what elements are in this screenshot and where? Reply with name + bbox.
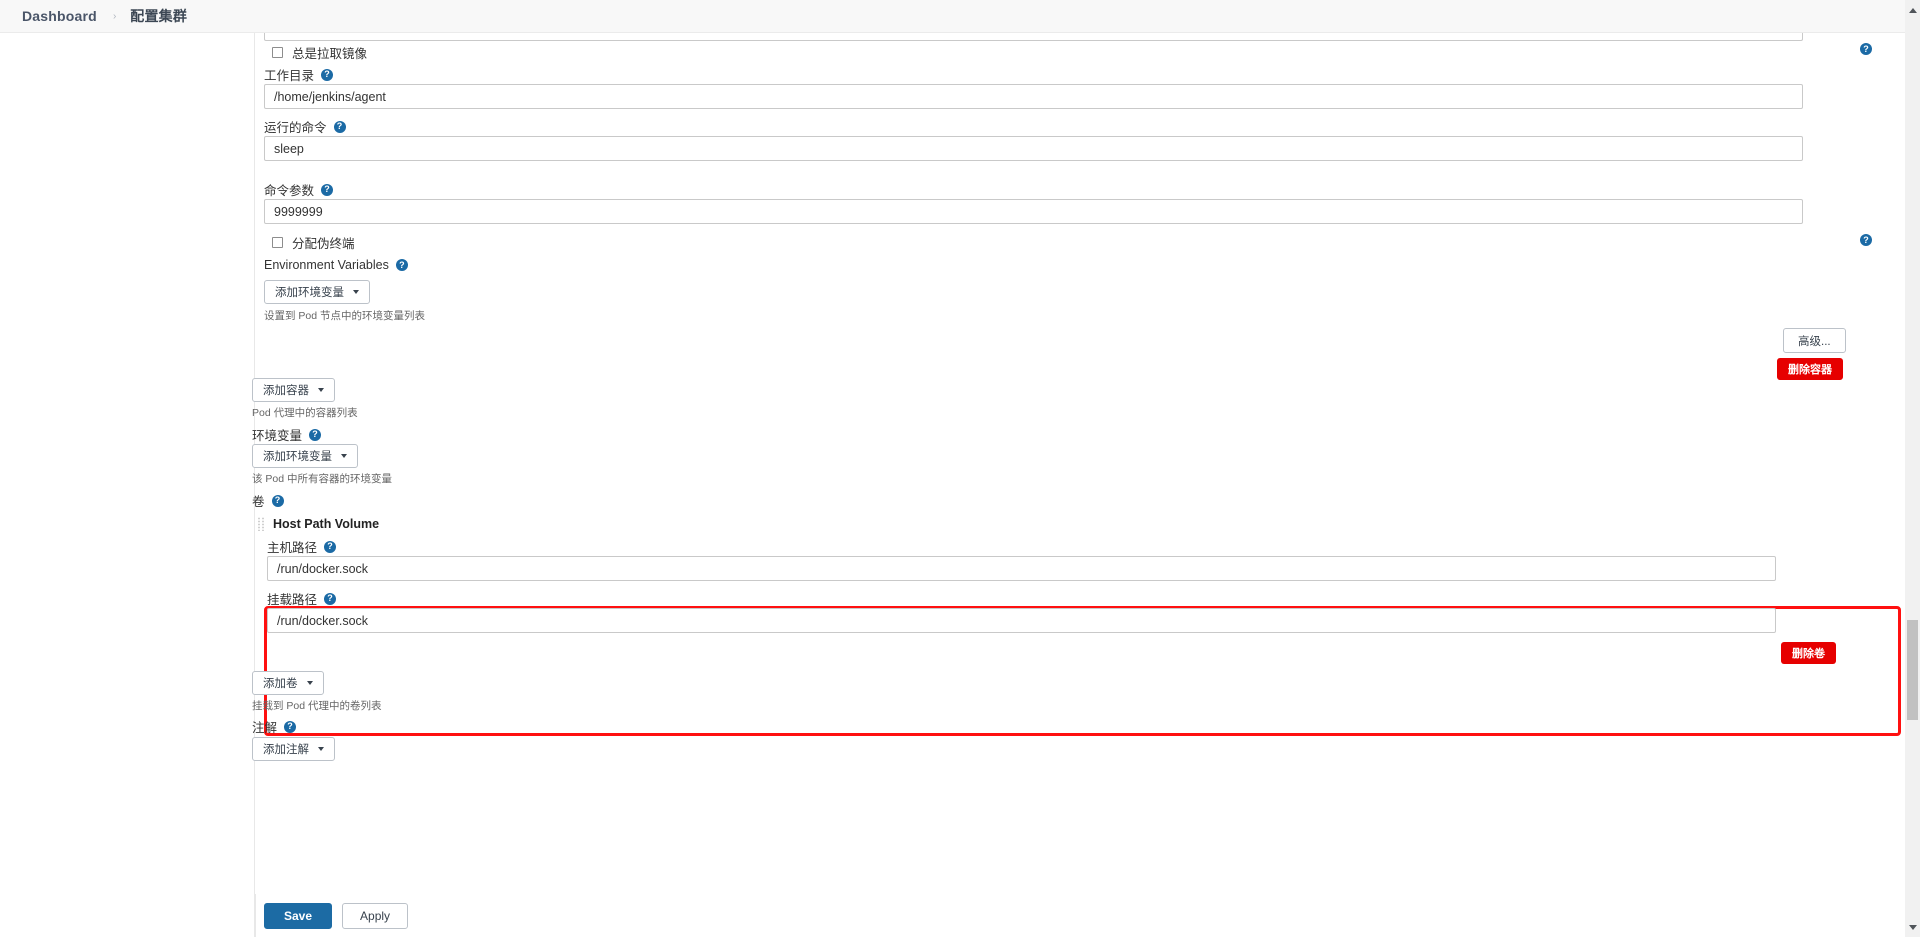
command-args-label: 命令参数 [264, 184, 315, 198]
pod-env-vars-help-icon[interactable]: ? [309, 428, 322, 441]
chevron-down-icon [353, 290, 359, 294]
form-actions-bar: Save Apply [256, 894, 1905, 937]
host-path-label: 主机路径 [267, 541, 318, 555]
container-env-vars-help-icon[interactable]: ? [395, 259, 408, 271]
working-dir-label-row: 工作目录 ? [264, 65, 334, 84]
host-path-input[interactable] [267, 556, 1776, 581]
add-container-label: 添加容器 [263, 385, 309, 397]
always-pull-image-checkbox-row[interactable]: 总是拉取镜像 [272, 43, 367, 62]
page-body: 总是拉取镜像 ? 工作目录 ? 运行的命令 ? 命令参数 ? 分 [0, 17, 1905, 937]
annotations-help-icon[interactable]: ? [284, 720, 297, 733]
command-args-input[interactable] [264, 199, 1803, 224]
allocate-tty-help-icon[interactable]: ? [1860, 234, 1872, 246]
host-path-label-row: 主机路径 ? [267, 537, 337, 556]
mount-path-label: 挂载路径 [267, 593, 318, 607]
configure-cluster-form: 总是拉取镜像 ? 工作目录 ? 运行的命令 ? 命令参数 ? 分 [252, 17, 1905, 937]
mount-path-help-icon[interactable]: ? [324, 592, 337, 605]
always-pull-image-label: 总是拉取镜像 [292, 47, 368, 61]
chevron-down-icon [318, 747, 324, 751]
add-annotation-button[interactable]: 添加注解 [252, 737, 335, 761]
annotations-label: 注解 [252, 721, 278, 735]
chevron-down-icon [306, 681, 313, 685]
command-help-icon[interactable]: ? [333, 120, 346, 133]
breadcrumb: Dashboard › 配置集群 [0, 0, 1920, 33]
mount-path-input[interactable] [267, 608, 1776, 633]
sidebar-rail [0, 33, 255, 937]
container-env-vars-label: Environment Variables [264, 258, 389, 272]
host-path-volume-title: Host Path Volume [273, 517, 380, 531]
breadcrumb-separator-icon: › [112, 10, 117, 22]
volumes-help-icon[interactable]: ? [271, 494, 284, 507]
allocate-tty-checkbox[interactable] [272, 237, 283, 248]
always-pull-image-help-icon[interactable]: ? [1860, 43, 1872, 55]
always-pull-image-checkbox[interactable] [272, 47, 283, 58]
volumes-label: 卷 [252, 495, 265, 509]
add-pod-env-var-button[interactable]: 添加环境变量 [252, 444, 358, 468]
breadcrumb-item-configure-cluster[interactable]: 配置集群 [130, 6, 187, 26]
command-input[interactable] [264, 136, 1803, 161]
volumes-label-row: 卷 ? [252, 491, 284, 510]
chevron-down-icon [318, 388, 324, 392]
pod-env-vars-label: 环境变量 [252, 429, 303, 443]
add-volume-hint: 挂载到 Pod 代理中的卷列表 [252, 700, 382, 712]
mount-path-label-row: 挂载路径 ? [267, 589, 337, 608]
command-args-help-icon[interactable]: ? [321, 183, 334, 196]
command-label: 运行的命令 [264, 121, 327, 135]
save-button[interactable]: Save [264, 902, 333, 929]
working-dir-help-icon[interactable]: ? [321, 68, 334, 81]
vertical-scrollbar[interactable] [1905, 0, 1920, 937]
annotations-label-row: 注解 ? [252, 717, 297, 736]
chevron-down-icon [341, 454, 347, 458]
pod-env-vars-label-row: 环境变量 ? [252, 425, 322, 444]
allocate-tty-checkbox-row[interactable]: 分配伪终端 [272, 233, 355, 252]
breadcrumb-item-dashboard[interactable]: Dashboard [22, 8, 97, 24]
container-env-vars-hint: 设置到 Pod 节点中的环境变量列表 [264, 310, 426, 322]
add-container-env-var-button[interactable]: 添加环境变量 [264, 280, 370, 304]
footer-divider [255, 894, 256, 937]
drag-grip-icon[interactable] [257, 517, 265, 531]
command-args-label-row: 命令参数 ? [264, 180, 334, 199]
allocate-tty-label: 分配伪终端 [292, 237, 355, 251]
scroll-down-arrow-icon[interactable] [1905, 919, 1920, 935]
add-pod-env-var-label: 添加环境变量 [263, 451, 332, 463]
container-env-vars-label-row: Environment Variables ? [264, 258, 408, 272]
advanced-button[interactable]: 高级... [1783, 328, 1846, 353]
scrollbar-thumb[interactable] [1907, 620, 1918, 720]
working-dir-label: 工作目录 [264, 69, 315, 83]
add-volume-label: 添加卷 [263, 678, 298, 690]
add-container-button[interactable]: 添加容器 [252, 378, 335, 402]
add-container-env-var-label: 添加环境变量 [275, 287, 344, 299]
command-label-row: 运行的命令 ? [264, 117, 346, 136]
host-path-help-icon[interactable]: ? [324, 540, 337, 553]
add-volume-button[interactable]: 添加卷 [252, 671, 324, 695]
delete-volume-button[interactable]: 删除卷 [1781, 642, 1836, 664]
apply-button[interactable]: Apply [342, 902, 409, 929]
add-container-hint: Pod 代理中的容器列表 [252, 407, 358, 419]
delete-container-button[interactable]: 删除容器 [1777, 358, 1843, 380]
scroll-up-arrow-icon[interactable] [1905, 2, 1920, 18]
working-dir-input[interactable] [264, 84, 1803, 109]
host-path-volume-header: Host Path Volume [257, 517, 379, 531]
add-annotation-label: 添加注解 [263, 744, 309, 756]
pod-env-vars-hint: 该 Pod 中所有容器的环境变量 [252, 473, 393, 485]
